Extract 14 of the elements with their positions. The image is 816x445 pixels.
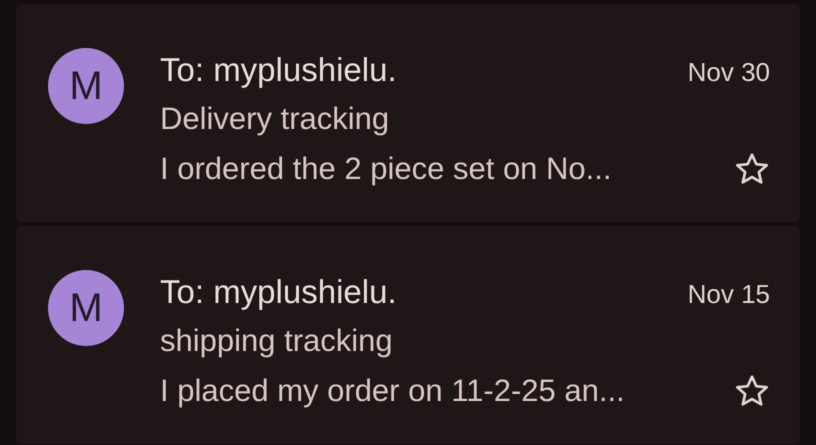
subject: Delivery tracking (160, 100, 390, 138)
date: Nov 30 (688, 56, 770, 89)
subject: shipping tracking (160, 322, 394, 360)
email-card[interactable]: M To: myplushielu. Nov 15 shipping tracking I placed my order on 11-2-25 an... (16, 226, 800, 444)
snippet: I placed my order on 11-2-25 an... (160, 372, 625, 410)
snippet: I ordered the 2 piece set on No... (160, 150, 612, 188)
sender: To: myplushielu. (160, 50, 397, 90)
avatar: M (48, 48, 124, 124)
email-card[interactable]: M To: myplushielu. Nov 30 Delivery tracking I ordered the 2 piece set on No... (16, 4, 800, 222)
avatar: M (48, 270, 124, 346)
date: Nov 15 (688, 278, 770, 311)
star-icon[interactable] (734, 373, 770, 409)
star-icon[interactable] (734, 151, 770, 187)
sender: To: myplushielu. (160, 272, 397, 312)
